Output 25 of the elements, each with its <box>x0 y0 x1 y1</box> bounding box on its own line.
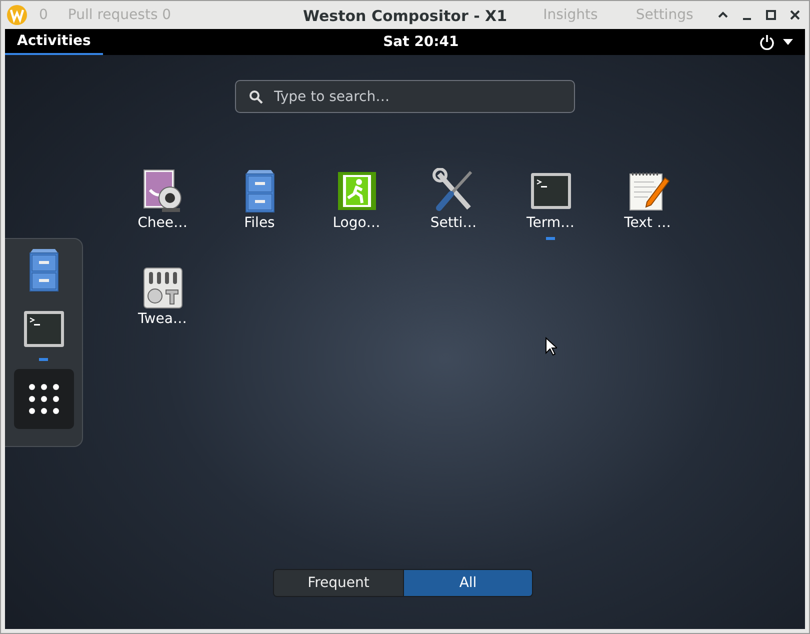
background-tab-label: Insights <box>543 7 598 23</box>
app-launcher[interactable]: Twea… <box>114 264 211 344</box>
app-launcher[interactable]: Term… <box>502 168 599 248</box>
dot-grid-icon <box>28 383 60 415</box>
search-icon <box>249 90 263 104</box>
app-launcher[interactable]: Text … <box>599 168 696 248</box>
background-tab-label: Settings <box>636 7 694 23</box>
app-launcher[interactable]: Logo… <box>308 168 405 248</box>
show-apps-button[interactable] <box>14 369 74 429</box>
app-launcher[interactable]: Files <box>211 168 308 248</box>
background-tab-label: 0 <box>39 7 48 23</box>
view-tab[interactable]: All <box>403 570 532 596</box>
power-icon[interactable] <box>758 34 775 50</box>
minimize-icon <box>743 18 751 20</box>
app-logo-icon <box>7 5 27 25</box>
clock[interactable]: Sat 20:41 <box>383 34 459 50</box>
app-launcher[interactable]: Chee… <box>114 168 211 248</box>
dropdown-caret-icon[interactable] <box>782 39 793 45</box>
mouse-pointer-icon <box>545 337 557 356</box>
activities-button[interactable]: Activities <box>5 29 103 55</box>
background-tab-label: Pull requests 0 <box>68 7 172 23</box>
search-field[interactable]: Type to search… <box>235 80 575 113</box>
view-tab[interactable]: Frequent <box>274 570 403 596</box>
maximize-button[interactable] <box>763 7 779 23</box>
app-launcher[interactable]: Setti… <box>405 168 502 248</box>
